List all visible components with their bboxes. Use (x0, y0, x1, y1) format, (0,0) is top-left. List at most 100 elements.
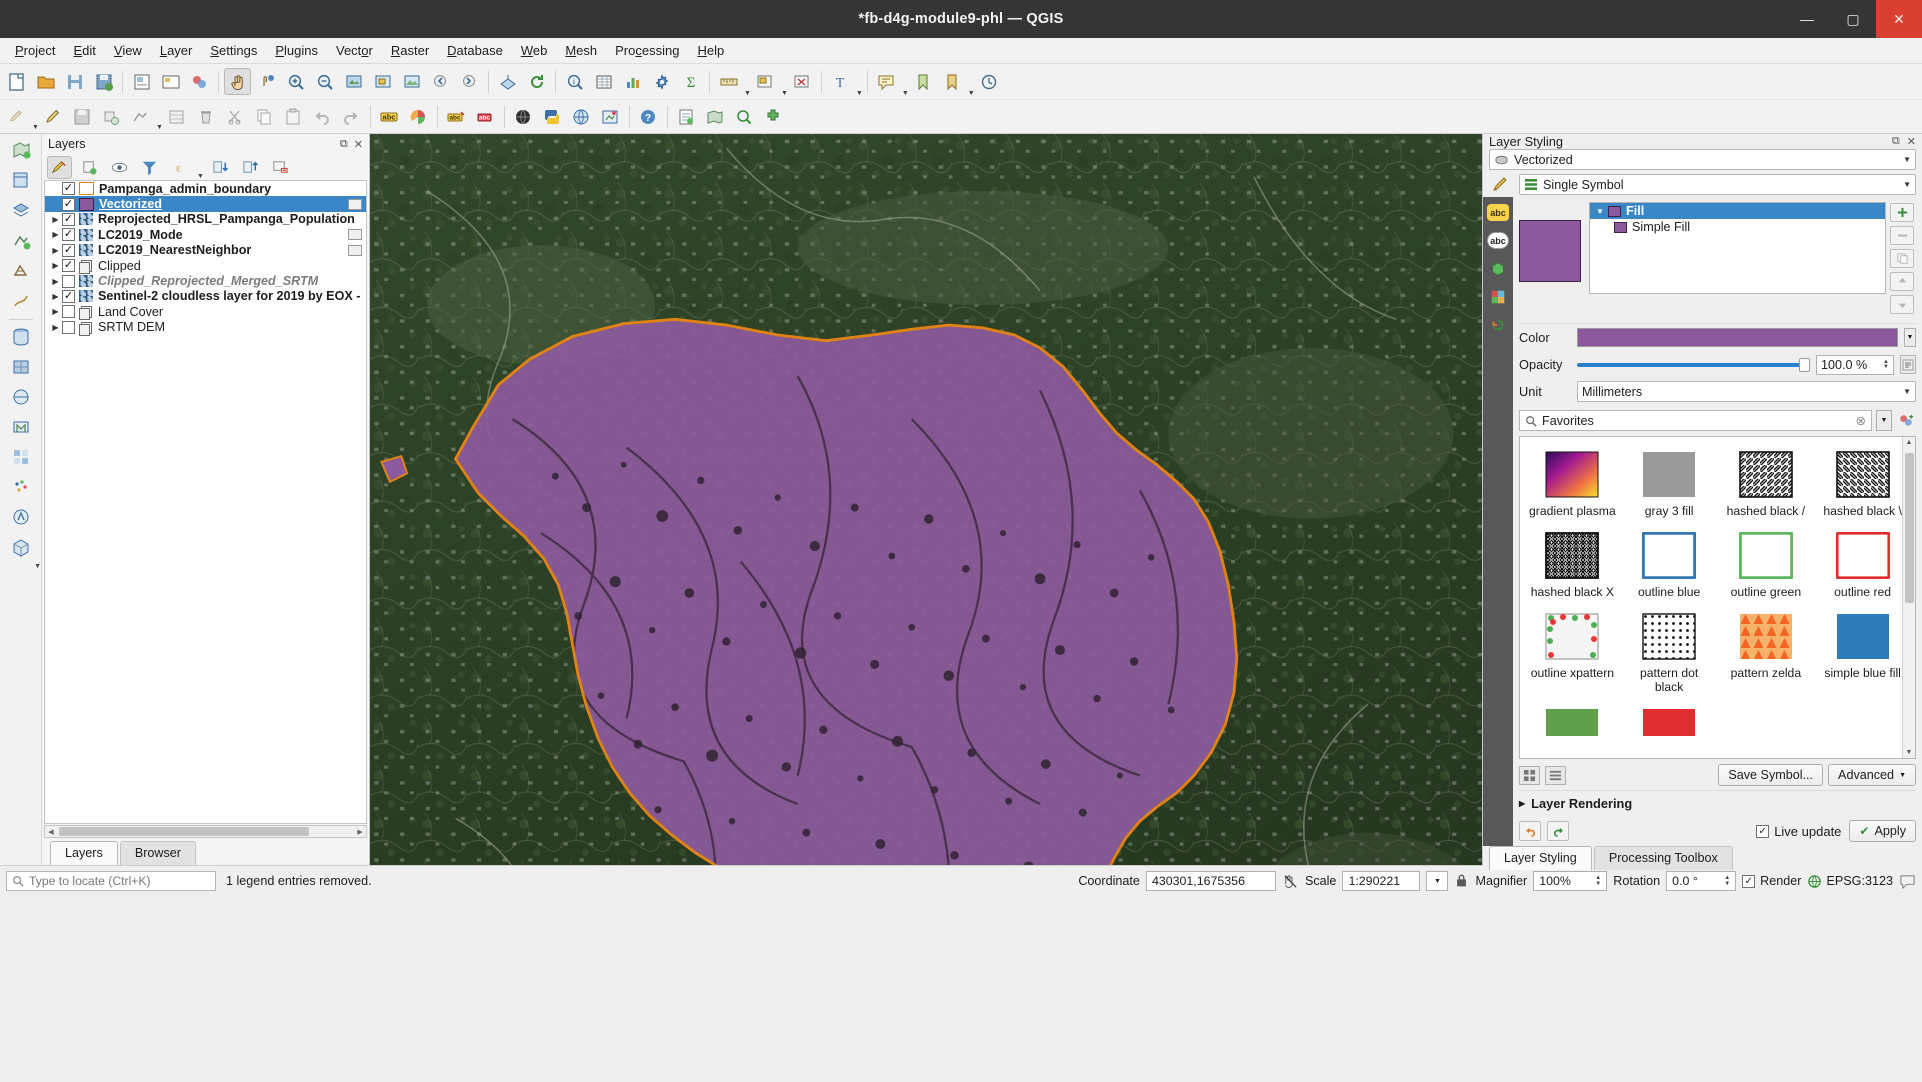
layer-visibility-checkbox[interactable] (62, 320, 75, 334)
open-browser-icon[interactable] (568, 103, 595, 130)
remove-layer-icon[interactable] (268, 156, 293, 179)
symbol-gallery-item[interactable]: gradient plasma (1524, 445, 1621, 526)
symbol-filter-dropdown-button[interactable]: ▼ (1876, 410, 1892, 431)
scroll-down-icon[interactable]: ▼ (1903, 749, 1915, 756)
layer-visibility-checkbox[interactable]: ✓ (62, 197, 75, 211)
menu-help[interactable]: Help (688, 40, 733, 61)
zoom-in-icon[interactable] (282, 68, 309, 95)
float-panel-icon[interactable]: ⧉ (340, 138, 348, 151)
expand-layer-icon[interactable]: ▶ (49, 246, 62, 255)
layer-visibility-checkbox[interactable]: ✓ (62, 228, 75, 242)
processing-toolbox-icon[interactable] (648, 68, 675, 95)
vertex-tool-icon[interactable] (127, 103, 154, 130)
minimize-button[interactable]: — (1784, 0, 1830, 38)
chevron-right-icon[interactable]: ▶ (1519, 799, 1525, 808)
layer-visibility-checkbox[interactable] (62, 305, 75, 319)
symbol-gallery-item[interactable]: simple blue fill (1814, 607, 1911, 702)
close-panel-icon[interactable]: ✕ (1907, 135, 1916, 148)
expand-layer-icon[interactable]: ▶ (49, 261, 62, 270)
add-arcgis-layer-icon[interactable] (7, 503, 34, 530)
duplicate-symbol-layer-button[interactable] (1890, 249, 1914, 268)
symbol-gallery-item[interactable]: hashed black X (1524, 526, 1621, 607)
layer-visibility-checkbox[interactable] (62, 274, 75, 288)
gallery-icon-view-button[interactable] (1519, 765, 1540, 785)
new-text-annotation-icon[interactable]: T (827, 68, 854, 95)
rotation-field[interactable]: 0.0 ° ▲ ▼ (1666, 871, 1737, 891)
new-spatialite-layer-icon[interactable] (7, 196, 34, 223)
toggle-editing-icon[interactable] (40, 103, 67, 130)
layer-row[interactable]: ▶ Land Cover (45, 304, 366, 321)
symbol-gallery[interactable]: gradient plasma gray 3 fill hashed black /… (1519, 436, 1916, 759)
zoom-to-layer-icon[interactable] (398, 68, 425, 95)
3d-view-tab-icon[interactable] (1487, 288, 1509, 305)
plugin-manager-icon[interactable] (760, 103, 787, 130)
menu-raster[interactable]: Raster (382, 40, 438, 61)
tab-processing-toolbox[interactable]: Processing Toolbox (1593, 846, 1733, 870)
layout-manager-icon[interactable] (157, 68, 184, 95)
opacity-spinbox[interactable]: 100.0 % ▲ ▼ (1816, 354, 1894, 375)
statistical-summary-icon[interactable] (619, 68, 646, 95)
opacity-slider-knob[interactable] (1799, 357, 1810, 372)
undo-style-button[interactable] (1519, 821, 1541, 841)
scale-dropdown-button[interactable]: ▼ (1426, 871, 1449, 891)
add-raster-layer-icon[interactable] (7, 353, 34, 380)
manage-map-themes-icon[interactable] (107, 156, 132, 179)
close-button[interactable]: ✕ (1876, 0, 1922, 38)
symbol-gallery-item[interactable]: pattern zelda (1718, 607, 1815, 702)
gallery-list-view-button[interactable] (1545, 765, 1566, 785)
save-project-as-icon[interactable] (90, 68, 117, 95)
add-delimited-text-layer-icon[interactable] (673, 103, 700, 130)
new-shapefile-layer-icon[interactable] (7, 136, 34, 163)
chevron-down-icon[interactable]: ▼ (781, 90, 788, 97)
scrollbar-thumb[interactable] (1905, 453, 1914, 603)
expand-layer-icon[interactable]: ▶ (49, 230, 62, 239)
tab-layer-styling[interactable]: Layer Styling (1489, 846, 1592, 870)
locator-input[interactable]: Type to locate (Ctrl+K) (6, 871, 216, 891)
chevron-down-icon[interactable]: ▼ (32, 124, 39, 131)
apply-button[interactable]: ✔ Apply (1849, 820, 1916, 842)
masks-tab-icon[interactable] (1487, 260, 1509, 277)
new-memory-layer-icon[interactable] (7, 226, 34, 253)
new-gpx-layer-icon[interactable] (7, 286, 34, 313)
add-feature-icon[interactable] (98, 103, 125, 130)
layer-rendering-section[interactable]: ▶ Layer Rendering (1519, 790, 1916, 816)
data-defined-override-opacity-button[interactable] (1900, 355, 1916, 374)
symbol-layer-tree[interactable]: ▼ Fill Simple Fill (1589, 202, 1886, 294)
chevron-down-icon[interactable]: ▼ (1903, 180, 1911, 189)
expand-layer-icon[interactable]: ▶ (49, 307, 62, 316)
new-mesh-layer-icon[interactable] (7, 256, 34, 283)
symbol-gallery-item[interactable]: outline blue (1621, 526, 1718, 607)
spinner-arrows[interactable]: ▲ ▼ (1883, 359, 1889, 370)
open-attribute-table-icon[interactable] (590, 68, 617, 95)
zoom-out-icon[interactable] (311, 68, 338, 95)
chevron-down-icon[interactable]: ▼ (968, 90, 975, 97)
scale-field[interactable]: 1:290221 (1342, 871, 1421, 891)
temporal-controller-icon[interactable] (976, 68, 1003, 95)
new-bookmark-icon[interactable] (910, 68, 937, 95)
symbol-gallery-item[interactable] (1621, 702, 1718, 750)
redo-style-button[interactable] (1547, 821, 1569, 841)
undo-icon[interactable] (309, 103, 336, 130)
highlight-pinned-labels-icon[interactable]: abc (443, 103, 470, 130)
symbol-gallery-item[interactable] (1524, 702, 1621, 750)
menu-layer[interactable]: Layer (151, 40, 202, 61)
layer-indicator-badge[interactable] (348, 198, 362, 210)
chevron-down-icon[interactable]: ▼ (744, 90, 751, 97)
style-manager-icon[interactable] (186, 68, 213, 95)
scrollbar-thumb[interactable] (59, 827, 309, 836)
symbol-tree-row-fill[interactable]: ▼ Fill (1590, 203, 1885, 219)
layer-row[interactable]: ✓ Vectorized (45, 196, 366, 212)
new-project-icon[interactable] (3, 68, 30, 95)
scroll-up-icon[interactable]: ▲ (1903, 439, 1915, 446)
layer-row[interactable]: ▶ ✓ Reprojected_HRSL_Pampanga_Population (45, 212, 366, 227)
move-symbol-layer-down-button[interactable] (1890, 295, 1914, 314)
chevron-down-icon[interactable]: ▼ (197, 173, 204, 180)
layer-row[interactable]: ▶ SRTM DEM (45, 320, 366, 336)
help-contents-icon[interactable]: ? (635, 103, 662, 130)
copy-features-icon[interactable] (251, 103, 278, 130)
chevron-down-icon[interactable]: ▼ (1596, 207, 1608, 216)
select-features-icon[interactable] (752, 68, 779, 95)
toggle-extents-icon[interactable] (1282, 873, 1299, 890)
style-manager-button[interactable] (1896, 410, 1916, 431)
new-print-layout-icon[interactable] (128, 68, 155, 95)
